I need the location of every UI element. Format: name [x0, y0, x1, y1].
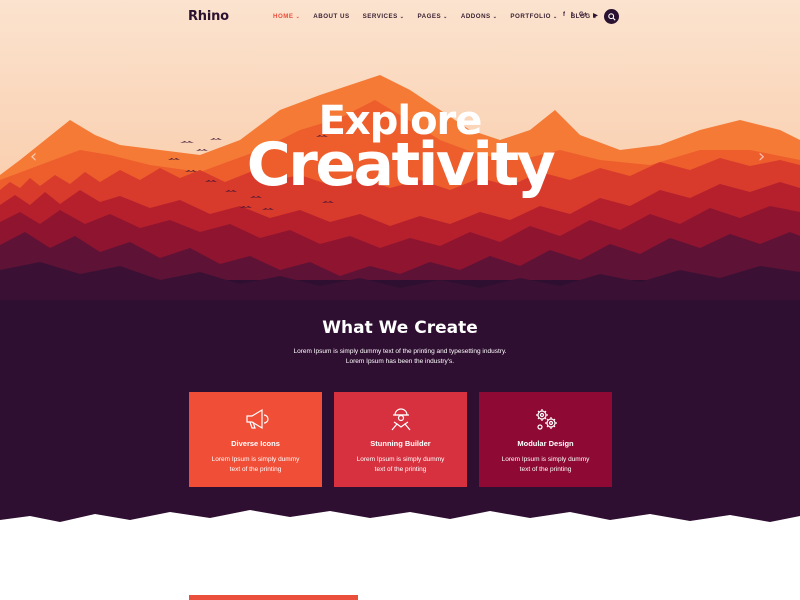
section-desc-line1: Lorem Ipsum is simply dummy text of the … [293, 348, 507, 355]
menu-item-label: ABOUT US [313, 13, 350, 20]
section-title: What We Create [322, 318, 478, 338]
chevron-down-icon: ⌄ [443, 13, 448, 20]
menu-item-label: ADDONS [460, 13, 491, 20]
feature-card-modular-design[interactable]: Modular Design Lorem Ipsum is simply dum… [479, 392, 612, 487]
main-menu: HOME ⌄ ABOUT US SERVICES ⌄ PAGES ⌄ ADDONS ⌄ … [273, 13, 610, 20]
menu-item-pages[interactable]: PAGES ⌄ [417, 13, 447, 20]
gears-icon [536, 409, 557, 430]
slider-prev-arrow-icon[interactable]: ‹ [30, 146, 37, 167]
youtube-icon[interactable]: ▶ [593, 12, 598, 19]
menu-item-addons[interactable]: ADDONS ⌄ [461, 13, 498, 20]
chevron-down-icon: ⌄ [399, 13, 405, 20]
google-plus-icon[interactable]: G+ [579, 12, 587, 19]
menu-item-label: SERVICES [362, 13, 398, 20]
feature-cards: Diverse Icons Lorem Ipsum is simply dumm… [189, 392, 612, 487]
menu-item-portfolio[interactable]: PORTFOLIO ⌄ [510, 13, 557, 20]
menu-item-label: HOME [273, 13, 294, 20]
social-links: f t G+ ▶ [563, 12, 598, 19]
twitter-icon[interactable]: t [571, 12, 573, 19]
top-navbar: Rhino HOME ⌄ ABOUT US SERVICES ⌄ PAGES ⌄ AD… [0, 0, 800, 34]
menu-item-home[interactable]: HOME ⌄ [273, 13, 300, 20]
builder-icon [391, 408, 411, 431]
section-description: Lorem Ipsum is simply dummy text of the … [0, 347, 800, 367]
chevron-down-icon: ⌄ [492, 13, 498, 20]
card-title: Modular Design [517, 439, 574, 448]
feature-card-stunning-builder[interactable]: Stunning Builder Lorem Ipsum is simply d… [334, 392, 467, 487]
menu-item-label: PORTFOLIO [510, 13, 551, 20]
search-button[interactable] [604, 9, 619, 24]
search-icon [607, 12, 616, 21]
accent-divider-bar [189, 595, 358, 600]
menu-item-services[interactable]: SERVICES ⌄ [363, 13, 405, 20]
hero-heading-line2: Creativity [246, 130, 556, 200]
card-title: Diverse Icons [231, 439, 280, 448]
chevron-down-icon: ⌄ [553, 13, 558, 20]
facebook-icon[interactable]: f [563, 12, 565, 19]
section-desc-line2: Lorem Ipsum has been the industry's. [345, 358, 455, 365]
card-description: Lorem Ipsum is simply dummy text of the … [501, 456, 590, 473]
slider-next-arrow-icon[interactable]: › [758, 146, 765, 167]
menu-item-about-us[interactable]: ABOUT US [313, 13, 349, 20]
card-description: Lorem Ipsum is simply dummy text of the … [356, 456, 445, 473]
feature-card-diverse-icons[interactable]: Diverse Icons Lorem Ipsum is simply dumm… [189, 392, 322, 487]
site-logo[interactable]: Rhino [188, 9, 229, 24]
card-title: Stunning Builder [370, 439, 431, 448]
megaphone-icon [246, 408, 269, 430]
card-description: Lorem Ipsum is simply dummy text of the … [211, 456, 300, 473]
menu-item-label: PAGES [417, 13, 442, 20]
chevron-down-icon: ⌄ [295, 13, 301, 20]
